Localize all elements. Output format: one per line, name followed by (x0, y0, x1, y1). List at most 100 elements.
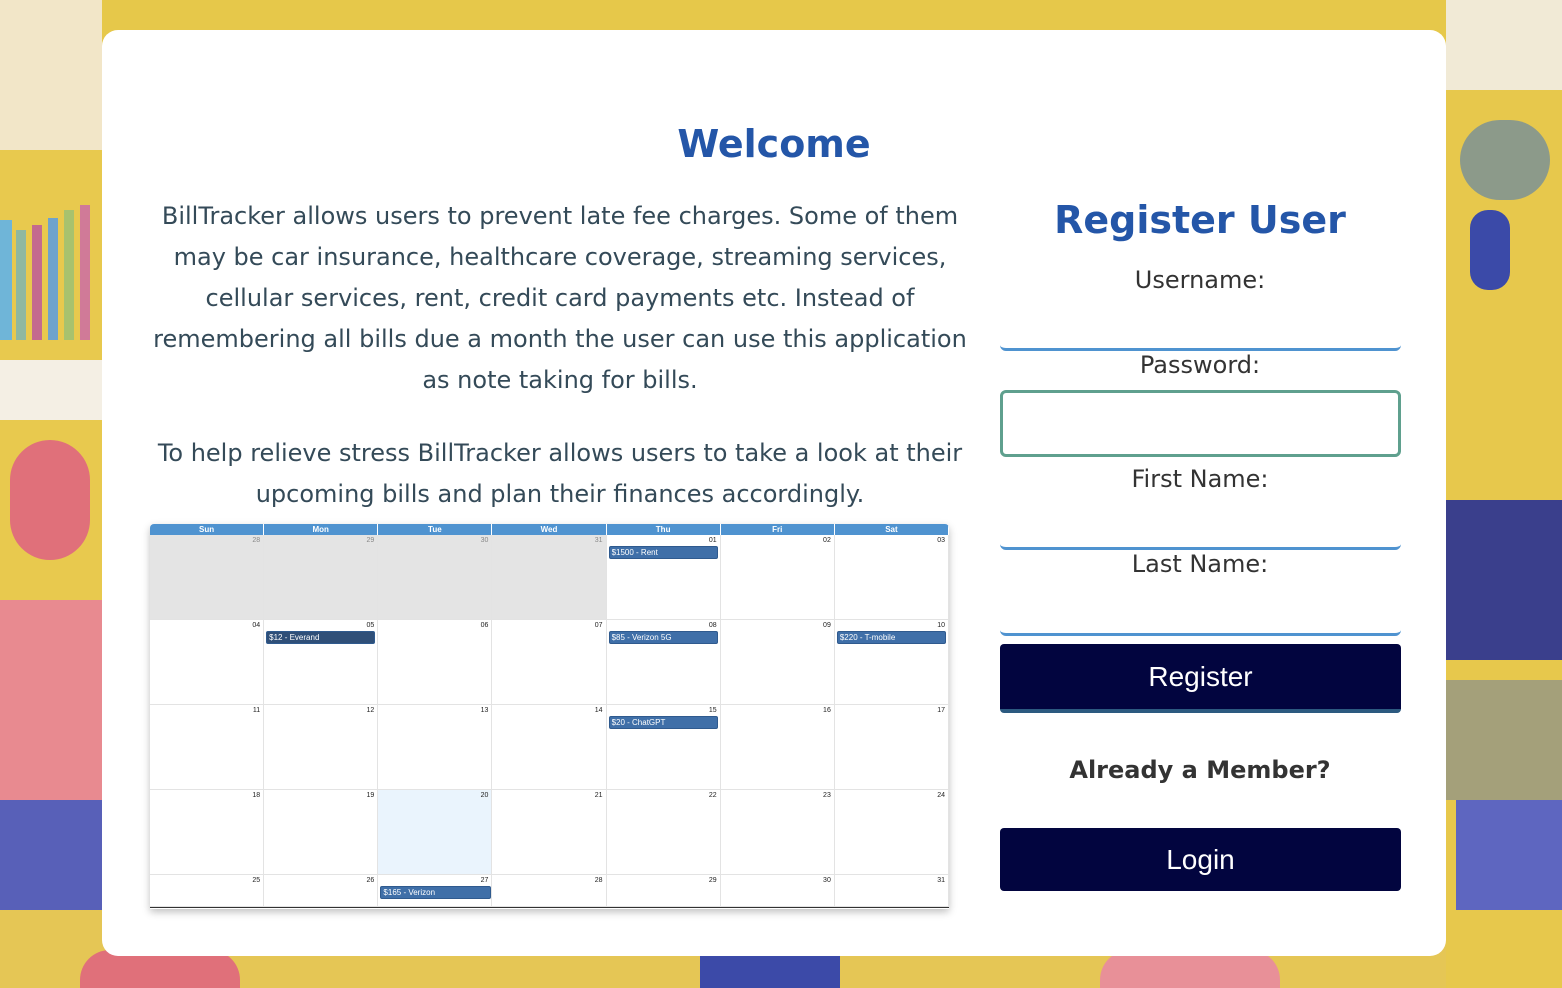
calendar-weekday-mon: Mon (264, 524, 379, 535)
calendar-day-number: 31 (594, 537, 603, 544)
already-member-text: Already a Member? (1069, 756, 1331, 784)
calendar-day-number: 07 (594, 622, 603, 629)
register-title: Register User (1054, 198, 1346, 242)
last-name-label: Last Name: (1131, 550, 1269, 578)
calendar-day-number: 24 (937, 792, 945, 799)
bills-calendar: Sun Mon Tue Wed Thu Fri Sat 28 29 30 31 01 $1500 - … (150, 524, 949, 909)
calendar-day-cell[interactable]: 05 $12 - Everand (264, 620, 379, 705)
calendar-day-cell[interactable]: 02 (720, 535, 835, 620)
calendar-day-number: 30 (480, 537, 489, 544)
calendar-day-cell[interactable]: 25 (150, 875, 265, 907)
calendar-day-cell[interactable]: 30 (378, 535, 493, 620)
calendar-weekday-sun: Sun (150, 524, 265, 535)
calendar-day-cell[interactable]: 16 (720, 705, 835, 790)
calendar-grid: 28 29 30 31 01 $1500 - Rent 02 03 04 05 $12 - Ever… (150, 535, 949, 908)
password-field[interactable] (1000, 390, 1401, 457)
calendar-bill-event[interactable]: $20 - ChatGPT (608, 716, 718, 729)
calendar-day-number: 29 (366, 537, 375, 544)
calendar-day-number: 27 (480, 877, 489, 884)
calendar-day-cell[interactable]: 18 (150, 790, 265, 875)
calendar-day-number: 26 (366, 877, 375, 884)
calendar-day-cell[interactable]: 15 $20 - ChatGPT (606, 705, 721, 790)
calendar-day-number: 03 (937, 537, 945, 544)
calendar-day-cell[interactable]: 09 (720, 620, 835, 705)
calendar-day-number: 21 (594, 792, 603, 799)
calendar-bill-event[interactable]: $85 - Verizon 5G (608, 631, 718, 644)
calendar-weekday-header: Sun Mon Tue Wed Thu Fri Sat (150, 524, 949, 535)
calendar-bill-event[interactable]: $1500 - Rent (608, 546, 718, 559)
calendar-day-number: 18 (252, 792, 261, 799)
calendar-day-number: 14 (594, 707, 603, 714)
intro-paragraph-1: BillTracker allows users to prevent late… (153, 202, 967, 394)
calendar-day-cell[interactable]: 31 (834, 875, 949, 907)
calendar-day-cell[interactable]: 24 (834, 790, 949, 875)
calendar-weekday-wed: Wed (492, 524, 607, 535)
calendar-day-cell[interactable]: 06 (378, 620, 493, 705)
calendar-day-number: 13 (480, 707, 489, 714)
calendar-day-cell[interactable]: 28 (150, 535, 265, 620)
calendar-day-cell[interactable]: 21 (492, 790, 607, 875)
calendar-day-number: 22 (708, 792, 717, 799)
calendar-day-number: 29 (708, 877, 717, 884)
first-name-label: First Name: (1131, 465, 1269, 493)
username-label: Username: (1134, 266, 1266, 294)
calendar-day-number: 23 (823, 792, 831, 799)
calendar-bill-event[interactable]: $12 - Everand (266, 631, 376, 644)
calendar-day-number: 20 (480, 792, 489, 799)
calendar-day-number: 28 (252, 537, 261, 544)
calendar-day-cell[interactable]: 03 (834, 535, 949, 620)
calendar-day-number: 15 (708, 707, 717, 714)
calendar-day-cell[interactable]: 29 (606, 875, 721, 907)
calendar-day-cell[interactable]: 08 $85 - Verizon 5G (606, 620, 721, 705)
calendar-day-number: 02 (823, 537, 831, 544)
calendar-day-cell[interactable]: 23 (720, 790, 835, 875)
calendar-day-cell[interactable]: 12 (264, 705, 379, 790)
calendar-day-cell[interactable]: 30 (720, 875, 835, 907)
calendar-weekday-fri: Fri (720, 524, 835, 535)
calendar-day-cell[interactable]: 31 (492, 535, 607, 620)
calendar-day-cell[interactable]: 01 $1500 - Rent (606, 535, 721, 620)
calendar-day-cell[interactable]: 04 (150, 620, 265, 705)
calendar-day-number: 25 (252, 877, 261, 884)
calendar-day-number: 19 (366, 792, 375, 799)
intro-paragraph-2: To help relieve stress BillTracker allow… (157, 439, 963, 508)
calendar-day-number: 30 (823, 877, 831, 884)
calendar-day-cell[interactable]: 13 (378, 705, 493, 790)
calendar-day-cell[interactable]: 20 (378, 790, 493, 875)
calendar-day-cell[interactable]: 07 (492, 620, 607, 705)
calendar-day-number: 28 (594, 877, 603, 884)
calendar-day-number: 09 (823, 622, 831, 629)
calendar-day-number: 01 (708, 537, 717, 544)
calendar-bill-event[interactable]: $165 - Verizon (380, 886, 492, 899)
login-button[interactable]: Login (1000, 828, 1401, 891)
calendar-day-number: 31 (937, 877, 945, 884)
calendar-day-cell[interactable]: 22 (606, 790, 721, 875)
calendar-day-cell[interactable]: 19 (264, 790, 379, 875)
calendar-day-cell[interactable]: 10 $220 - T-mobile (834, 620, 949, 705)
calendar-day-number: 10 (937, 622, 945, 629)
intro-text: BillTracker allows users to prevent late… (148, 196, 972, 547)
register-button[interactable]: Register (1000, 644, 1401, 713)
calendar-day-cell[interactable]: 28 $165 - Verizon (380, 875, 607, 907)
last-name-field[interactable] (1000, 594, 1401, 636)
calendar-day-number: 12 (366, 707, 375, 714)
calendar-day-cell[interactable]: 29 (264, 535, 379, 620)
calendar-weekday-tue: Tue (378, 524, 493, 535)
calendar-day-cell[interactable]: 11 (150, 705, 265, 790)
welcome-title: Welcome (677, 122, 871, 166)
username-field[interactable] (1000, 309, 1401, 351)
calendar-bill-event[interactable]: $220 - T-mobile (836, 631, 946, 644)
first-name-field[interactable] (1000, 508, 1401, 550)
calendar-day-number: 04 (252, 622, 261, 629)
calendar-day-number: 06 (480, 622, 489, 629)
calendar-day-cell[interactable]: 17 (834, 705, 949, 790)
password-label: Password: (1139, 351, 1261, 379)
calendar-day-number: 17 (937, 707, 945, 714)
calendar-day-cell[interactable]: 14 (492, 705, 607, 790)
calendar-day-number: 11 (252, 707, 261, 714)
calendar-day-cell[interactable]: 26 (264, 875, 379, 907)
main-card: Welcome BillTracker allows users to prev… (102, 30, 1446, 956)
calendar-day-number: 05 (366, 622, 375, 629)
calendar-weekday-sat: Sat (834, 524, 949, 535)
calendar-weekday-thu: Thu (606, 524, 721, 535)
